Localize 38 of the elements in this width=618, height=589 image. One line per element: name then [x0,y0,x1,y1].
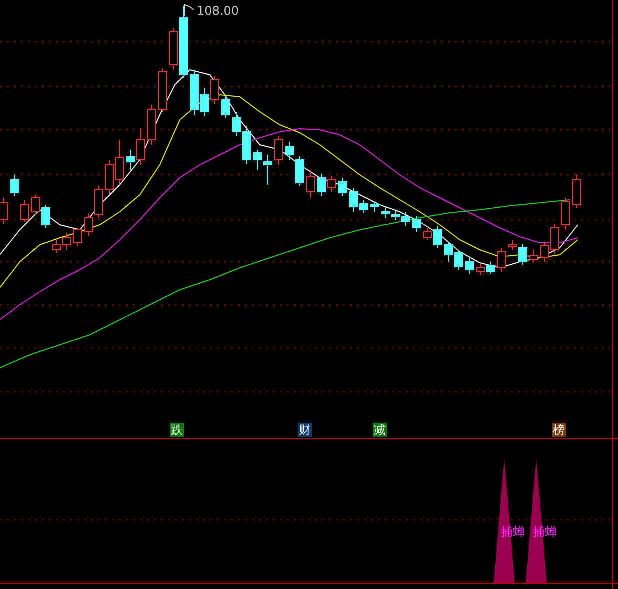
candlestick [158,68,168,112]
signal-tag: 榜 [552,423,566,437]
candlestick [454,250,464,270]
candlestick [10,174,20,196]
candlestick [116,140,124,186]
candlestick [32,194,40,216]
candlestick [370,202,380,212]
candlestick [106,160,114,196]
candlestick [498,248,506,272]
candlestick [222,96,230,118]
candlestick [444,242,454,262]
signal-tag: 减 [373,423,387,437]
candlestick [382,206,390,218]
candlestick [338,178,348,196]
candlestick [572,174,582,208]
candlestick [530,250,538,262]
candlestick [412,216,422,232]
candlestick [74,228,82,246]
candlestick [402,212,410,226]
candlestick [486,262,496,274]
candlestick [318,174,326,196]
candlestick [62,232,72,250]
candlestick [306,170,316,198]
candlestick [466,258,474,274]
flag-icon [184,4,194,16]
candlestick [392,210,400,220]
candlestick [42,204,50,228]
candlestick [328,176,336,192]
candlestick [476,264,486,276]
candlestick [52,240,62,254]
signal-tag: 财 [298,423,312,437]
candlestick [148,104,156,146]
candlestick [20,200,30,222]
high-price-label: 108.00 [197,4,239,18]
candlestick [562,198,570,230]
candlestick [210,76,220,104]
candlestick [274,136,284,166]
signal-tag: 跌 [170,423,184,437]
